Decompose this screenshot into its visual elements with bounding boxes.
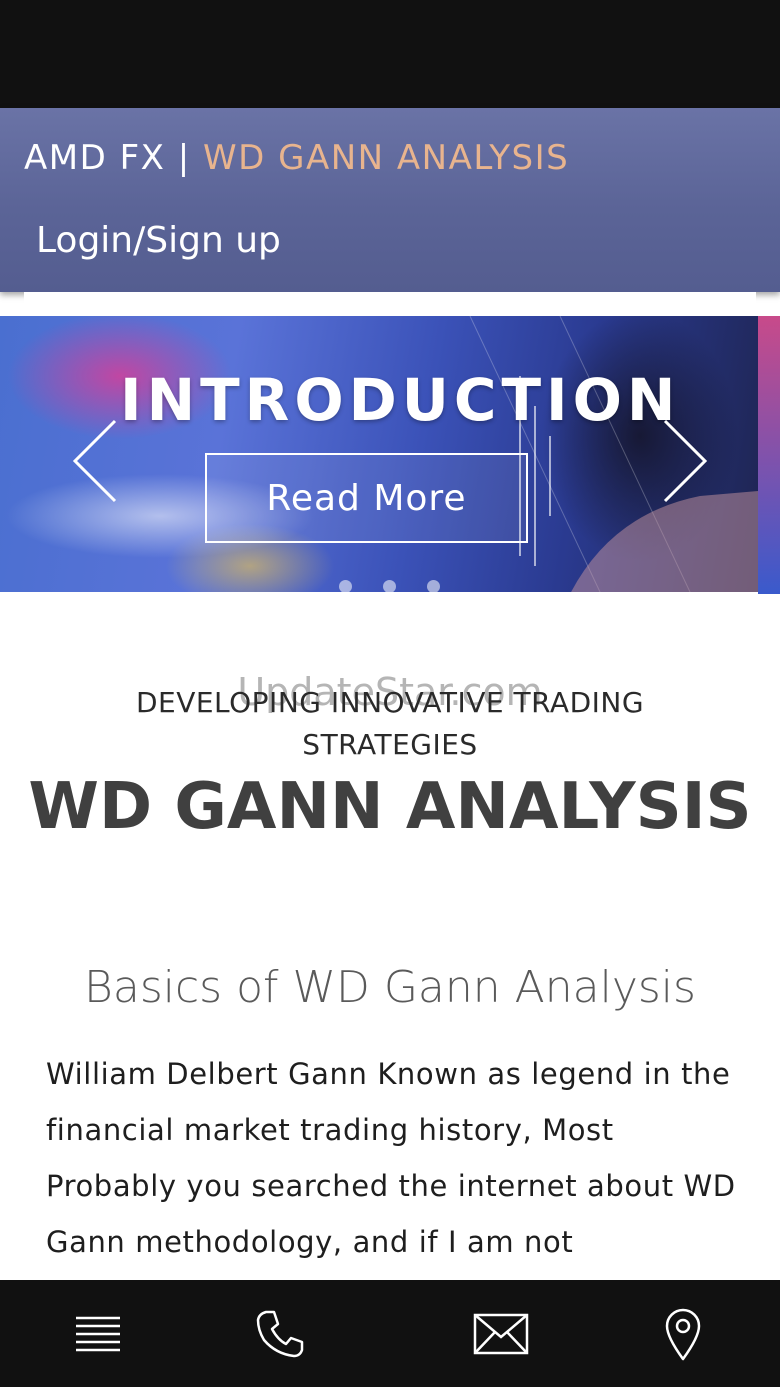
brand-primary: AMD FX |	[24, 138, 204, 178]
brand-secondary: WD GANN ANALYSIS	[203, 138, 570, 178]
section-subtitle: Basics of WD Gann Analysis	[84, 962, 696, 1013]
slide-title: INTRODUCTION	[120, 366, 681, 434]
next-slide-peek	[758, 316, 780, 594]
slide-image: INTRODUCTION Read More	[0, 316, 758, 592]
brand-title[interactable]: AMD FX | WD GANN ANALYSIS	[24, 138, 569, 178]
slider-dot[interactable]	[383, 580, 396, 593]
tagline: DEVELOPING INNOVATIVE TRADING STRATEGIES	[135, 686, 645, 761]
main-content: UpdateStar.com DEVELOPING INNOVATIVE TRA…	[0, 594, 780, 1280]
app-header: AMD FX | WD GANN ANALYSIS Login/Sign up	[0, 108, 780, 292]
menu-button[interactable]	[0, 1280, 195, 1387]
location-button[interactable]	[585, 1280, 780, 1387]
bottom-nav-bar	[0, 1280, 780, 1387]
status-bar	[0, 0, 780, 108]
chevron-right-icon[interactable]	[660, 416, 710, 506]
location-pin-icon	[665, 1308, 700, 1360]
chevron-left-icon[interactable]	[70, 416, 120, 506]
header-divider	[24, 292, 756, 316]
image-slider[interactable]: INTRODUCTION Read More	[0, 316, 780, 594]
body-paragraph: William Delbert Gann Known as legend in …	[46, 1057, 736, 1259]
slider-dot[interactable]	[339, 580, 352, 593]
page-title: WD GANN ANALYSIS	[28, 770, 752, 844]
email-button[interactable]	[403, 1280, 598, 1387]
mail-icon	[473, 1313, 528, 1354]
call-button[interactable]	[182, 1280, 377, 1387]
read-more-button[interactable]: Read More	[205, 453, 528, 543]
slider-dots	[0, 580, 780, 594]
login-signup-link[interactable]: Login/Sign up	[36, 220, 281, 261]
phone-icon	[256, 1310, 303, 1357]
slider-dot[interactable]	[427, 580, 440, 593]
menu-icon	[75, 1316, 120, 1351]
